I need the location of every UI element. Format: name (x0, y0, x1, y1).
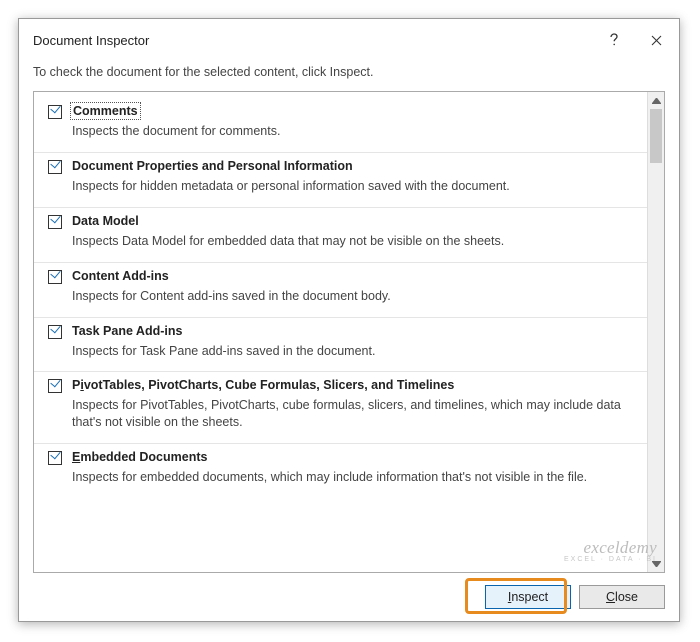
inspection-options-pane: Comments Inspects the document for commen… (33, 91, 665, 573)
option-checkbox[interactable] (48, 160, 62, 174)
close-button[interactable]: Close (579, 585, 665, 609)
dialog-subtext: To check the document for the selected c… (19, 59, 679, 91)
option-item: Document Properties and Personal Informa… (34, 153, 647, 205)
help-button[interactable] (593, 27, 635, 53)
option-title: PivotTables, PivotCharts, Cube Formulas,… (72, 378, 454, 392)
scroll-up-button[interactable] (648, 92, 665, 109)
option-desc: Inspects the document for comments. (72, 123, 635, 140)
close-window-button[interactable] (635, 27, 677, 53)
option-desc: Inspects for embedded documents, which m… (72, 469, 635, 486)
option-title: Task Pane Add-ins (72, 324, 182, 338)
option-item: Comments Inspects the document for commen… (34, 98, 647, 150)
option-item: Data Model Inspects Data Model for embedd… (34, 208, 647, 260)
option-item: Task Pane Add-ins Inspects for Task Pane … (34, 318, 647, 370)
option-checkbox[interactable] (48, 451, 62, 465)
option-desc: Inspects for Content add-ins saved in th… (72, 288, 635, 305)
dialog-title: Document Inspector (33, 33, 593, 48)
option-desc: Inspects for hidden metadata or personal… (72, 178, 635, 195)
option-item: Embedded Documents Inspects for embedded … (34, 444, 647, 496)
document-inspector-dialog: Document Inspector To check the document… (18, 18, 680, 622)
options-list: Comments Inspects the document for commen… (34, 92, 647, 572)
option-title: Comments (72, 104, 139, 118)
option-checkbox[interactable] (48, 379, 62, 393)
scrollbar[interactable] (647, 92, 664, 572)
option-title: Data Model (72, 214, 139, 228)
option-checkbox[interactable] (48, 270, 62, 284)
scroll-thumb[interactable] (650, 109, 662, 163)
option-checkbox[interactable] (48, 325, 62, 339)
option-item: Content Add-ins Inspects for Content add-… (34, 263, 647, 315)
watermark: exceldemy EXCEL · DATA · BI (564, 539, 657, 563)
option-title: Embedded Documents (72, 450, 207, 464)
option-title: Document Properties and Personal Informa… (72, 159, 353, 173)
option-checkbox[interactable] (48, 105, 62, 119)
option-desc: Inspects for PivotTables, PivotCharts, c… (72, 397, 635, 431)
option-checkbox[interactable] (48, 215, 62, 229)
dialog-footer: Inspect Close (19, 573, 679, 621)
option-desc: Inspects Data Model for embedded data th… (72, 233, 635, 250)
option-desc: Inspects for Task Pane add-ins saved in … (72, 343, 635, 360)
option-item: PivotTables, PivotCharts, Cube Formulas,… (34, 372, 647, 441)
option-title: Content Add-ins (72, 269, 169, 283)
titlebar: Document Inspector (19, 19, 679, 59)
inspect-button[interactable]: Inspect (485, 585, 571, 609)
